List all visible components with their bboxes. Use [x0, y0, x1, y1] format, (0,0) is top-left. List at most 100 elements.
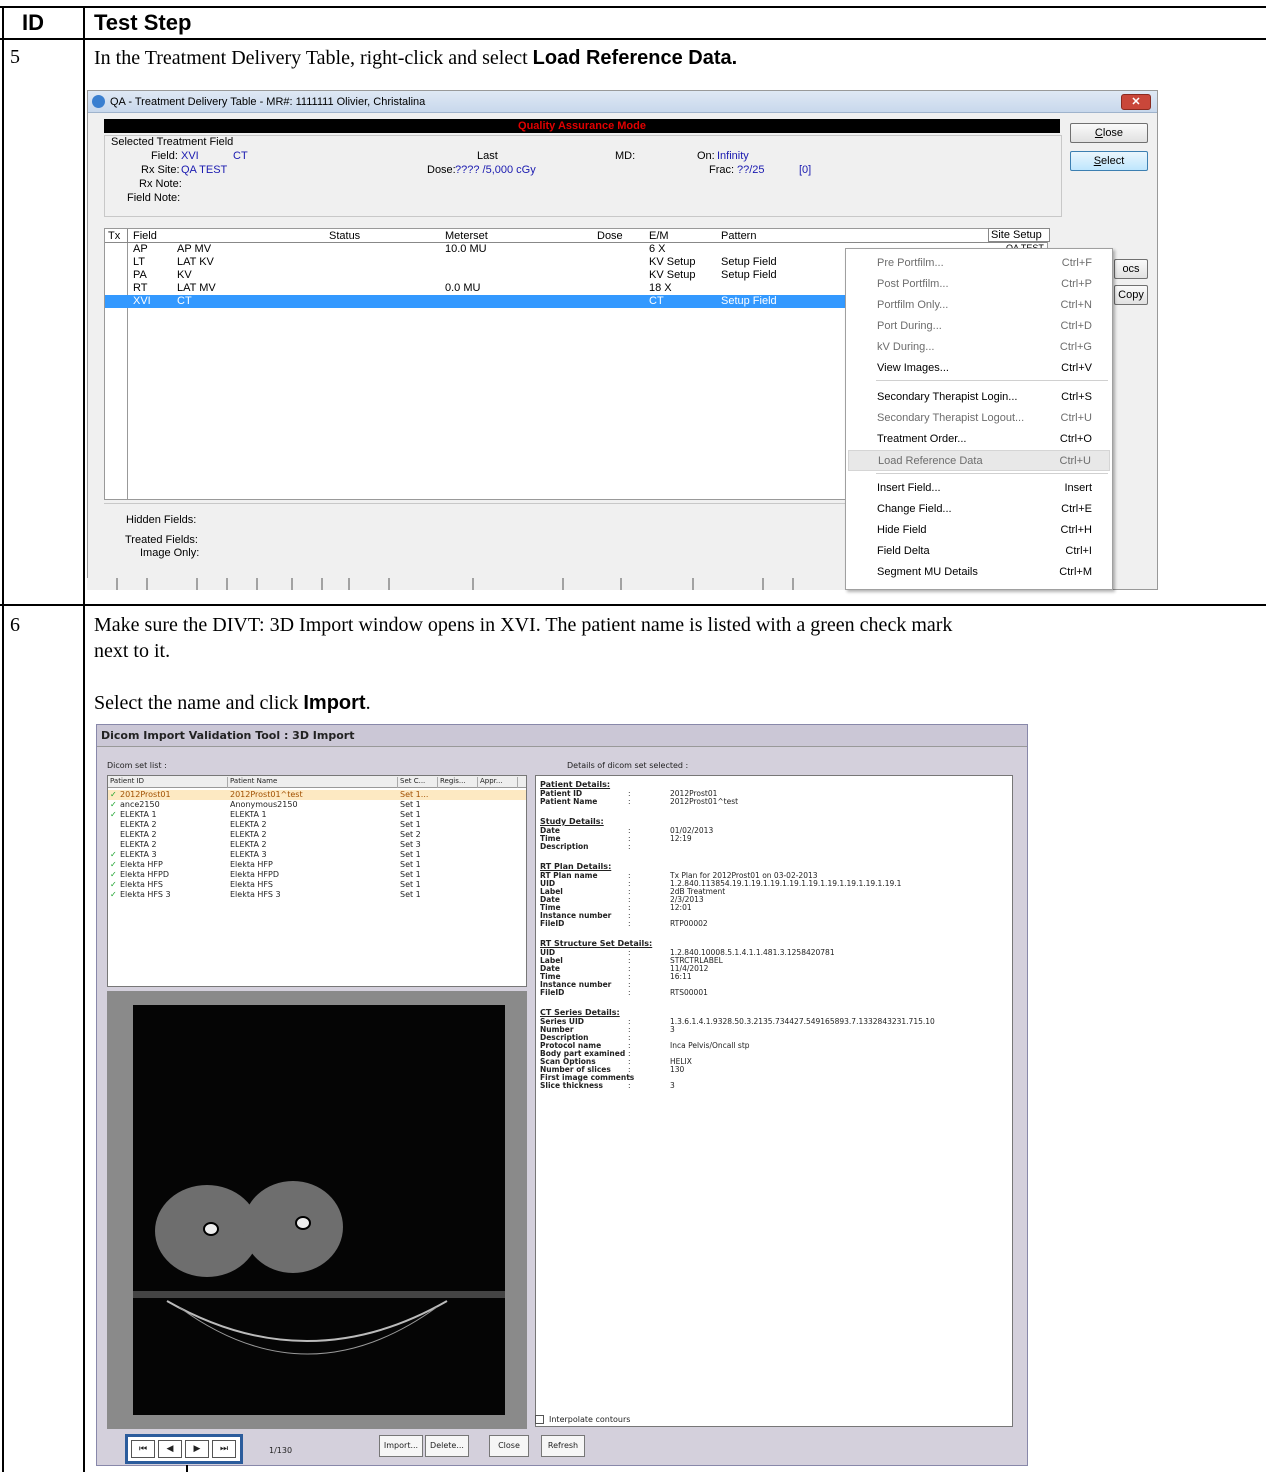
close-button[interactable]: Close: [1070, 123, 1148, 143]
step-5-text: In the Treatment Delivery Table, right-c…: [94, 45, 737, 71]
details-value: 16:11: [670, 972, 692, 981]
list-cell-set: Set 1: [400, 860, 421, 869]
menu-item-shortcut: Ctrl+P: [1061, 278, 1092, 290]
col-field[interactable]: Field: [133, 230, 157, 242]
details-colon: :: [628, 919, 631, 928]
image-only-label: Image Only:: [140, 547, 200, 559]
menu-item[interactable]: Treatment Order... Ctrl+O: [848, 429, 1110, 450]
col-pattern[interactable]: Pattern: [721, 230, 756, 242]
menu-item[interactable]: Pre Portfilm... Ctrl+F: [848, 253, 1110, 274]
dicom-set-list: Patient ID Patient Name Set C... Regis..…: [107, 775, 527, 987]
close-window-button[interactable]: ✕: [1121, 94, 1151, 110]
row-name: CT: [177, 295, 192, 307]
col-tx[interactable]: Tx: [108, 230, 120, 242]
first-slice-button[interactable]: ⏮: [131, 1440, 155, 1458]
last-slice-button[interactable]: ⏭: [212, 1440, 236, 1458]
list-cell-set: Set 1: [400, 800, 421, 809]
delete-button[interactable]: Delete...: [425, 1435, 469, 1457]
list-cell-id: Elekta HFP: [120, 860, 163, 869]
list-header: Patient ID Patient Name Set C... Regis..…: [108, 776, 526, 788]
menu-item[interactable]: View Images... Ctrl+V: [848, 358, 1110, 379]
menu-item-label: Hide Field: [877, 524, 927, 536]
menu-item[interactable]: Segment MU Details Ctrl+M: [848, 562, 1110, 583]
rx-site-value: QA TEST: [181, 164, 228, 176]
docs-button[interactable]: ocs: [1114, 259, 1148, 279]
row-meterset: 10.0 MU: [445, 243, 487, 255]
col-meterset[interactable]: Meterset: [445, 230, 488, 242]
col-em[interactable]: E/M: [649, 230, 669, 242]
list-item[interactable]: ✓ Elekta HFS Elekta HFS Set 1: [108, 880, 526, 890]
list-item[interactable]: ✓ ELEKTA 1 ELEKTA 1 Set 1: [108, 810, 526, 820]
menu-item[interactable]: Post Portfilm... Ctrl+P: [848, 274, 1110, 295]
list-cell-id: 2012Prost01: [120, 790, 171, 799]
list-item[interactable]: ✓ ance2150 Anonymous2150 Set 1: [108, 800, 526, 810]
row-meterset: 0.0 MU: [445, 282, 481, 294]
site-setup-header[interactable]: Site Setup: [988, 228, 1050, 242]
col-dose[interactable]: Dose: [597, 230, 623, 242]
row-em: 18 X: [649, 282, 672, 294]
menu-item[interactable]: Field Delta Ctrl+I: [848, 541, 1110, 562]
menu-item[interactable]: Portfilm Only... Ctrl+N: [848, 295, 1110, 316]
refresh-button[interactable]: Refresh: [541, 1435, 585, 1457]
frac-value: ??/25: [737, 164, 765, 176]
list-cell-name: ELEKTA 2: [230, 820, 267, 829]
list-item[interactable]: ✓ ELEKTA 3 ELEKTA 3 Set 1: [108, 850, 526, 860]
menu-item[interactable]: Port During... Ctrl+D: [848, 316, 1110, 337]
step-6-text-3c: .: [365, 692, 371, 714]
details-key: Slice thickness: [540, 1081, 603, 1090]
menu-item-label: Portfilm Only...: [877, 299, 949, 311]
list-item[interactable]: ELEKTA 2 ELEKTA 2 Set 2: [108, 830, 526, 840]
list-item[interactable]: ✓ Elekta HFS 3 Elekta HFS 3 Set 1: [108, 890, 526, 900]
details-section-heading: CT Series Details:: [540, 1008, 620, 1017]
close-button-dicom[interactable]: Close: [489, 1435, 529, 1457]
col-status[interactable]: Status: [329, 230, 360, 242]
menu-item[interactable]: Secondary Therapist Logout... Ctrl+U: [848, 408, 1110, 429]
check-icon: ✓: [110, 850, 117, 859]
dicom-import-window: Dicom Import Validation Tool : 3D Import…: [96, 724, 1028, 1466]
next-slice-button[interactable]: ▶: [185, 1440, 209, 1458]
details-colon: :: [628, 1081, 631, 1090]
details-value: RTS00001: [670, 988, 708, 997]
prev-slice-button[interactable]: ◀: [158, 1440, 182, 1458]
list-item[interactable]: ✓ 2012Prost01 2012Prost01^test Set 1...: [108, 790, 526, 800]
treated-fields-label: Treated Fields:: [125, 534, 198, 546]
menu-item[interactable]: Secondary Therapist Login... Ctrl+S: [848, 387, 1110, 408]
list-cell-set: Set 1: [400, 850, 421, 859]
row-em: KV Setup: [649, 269, 696, 281]
menu-item-shortcut: Ctrl+O: [1059, 433, 1092, 445]
list-item[interactable]: ✓ Elekta HFP Elekta HFP Set 1: [108, 860, 526, 870]
list-col-patient-name[interactable]: Patient Name: [228, 777, 398, 788]
list-col-set[interactable]: Set C...: [398, 777, 438, 788]
copy-button[interactable]: Copy: [1114, 285, 1148, 305]
interpolate-checkbox[interactable]: [535, 1415, 544, 1424]
check-icon: ✓: [110, 790, 117, 799]
last-label: Last: [477, 150, 498, 162]
list-col-regis[interactable]: Regis...: [438, 777, 478, 788]
set-list-label: Dicom set list :: [107, 761, 167, 770]
list-cell-id: Elekta HFS: [120, 880, 163, 889]
menu-item[interactable]: kV During... Ctrl+G: [848, 337, 1110, 358]
list-cell-set: Set 2: [400, 830, 421, 839]
header-id: ID: [22, 10, 44, 35]
menu-item-shortcut: Ctrl+U: [1060, 412, 1092, 424]
select-button[interactable]: Select: [1070, 151, 1148, 171]
menu-item[interactable]: Change Field... Ctrl+E: [848, 499, 1110, 520]
menu-item-shortcut: Ctrl+S: [1061, 391, 1092, 403]
dicom-window-header: Dicom Import Validation Tool : 3D Import: [97, 725, 1027, 747]
row-field: AP: [133, 243, 148, 255]
menu-item[interactable]: Insert Field... Insert: [848, 478, 1110, 499]
list-col-appr[interactable]: Appr...: [478, 777, 518, 788]
list-item[interactable]: ELEKTA 2 ELEKTA 2 Set 3: [108, 840, 526, 850]
rx-site-label: Rx Site:: [141, 164, 180, 176]
import-button[interactable]: Import...: [379, 1435, 423, 1457]
list-item[interactable]: ELEKTA 2 ELEKTA 2 Set 1: [108, 820, 526, 830]
row-pattern: Setup Field: [721, 269, 777, 281]
menu-item[interactable]: Load Reference Data Ctrl+U: [848, 450, 1110, 471]
list-item[interactable]: ✓ Elekta HFPD Elekta HFPD Set 1: [108, 870, 526, 880]
list-col-patient-id[interactable]: Patient ID: [108, 777, 228, 788]
status-tick-strip: [87, 578, 847, 590]
menu-item[interactable]: Hide Field Ctrl+H: [848, 520, 1110, 541]
ct-image-viewer[interactable]: [107, 991, 527, 1429]
menu-item-shortcut: Ctrl+F: [1061, 257, 1092, 269]
menu-item-label: Load Reference Data: [878, 455, 983, 467]
